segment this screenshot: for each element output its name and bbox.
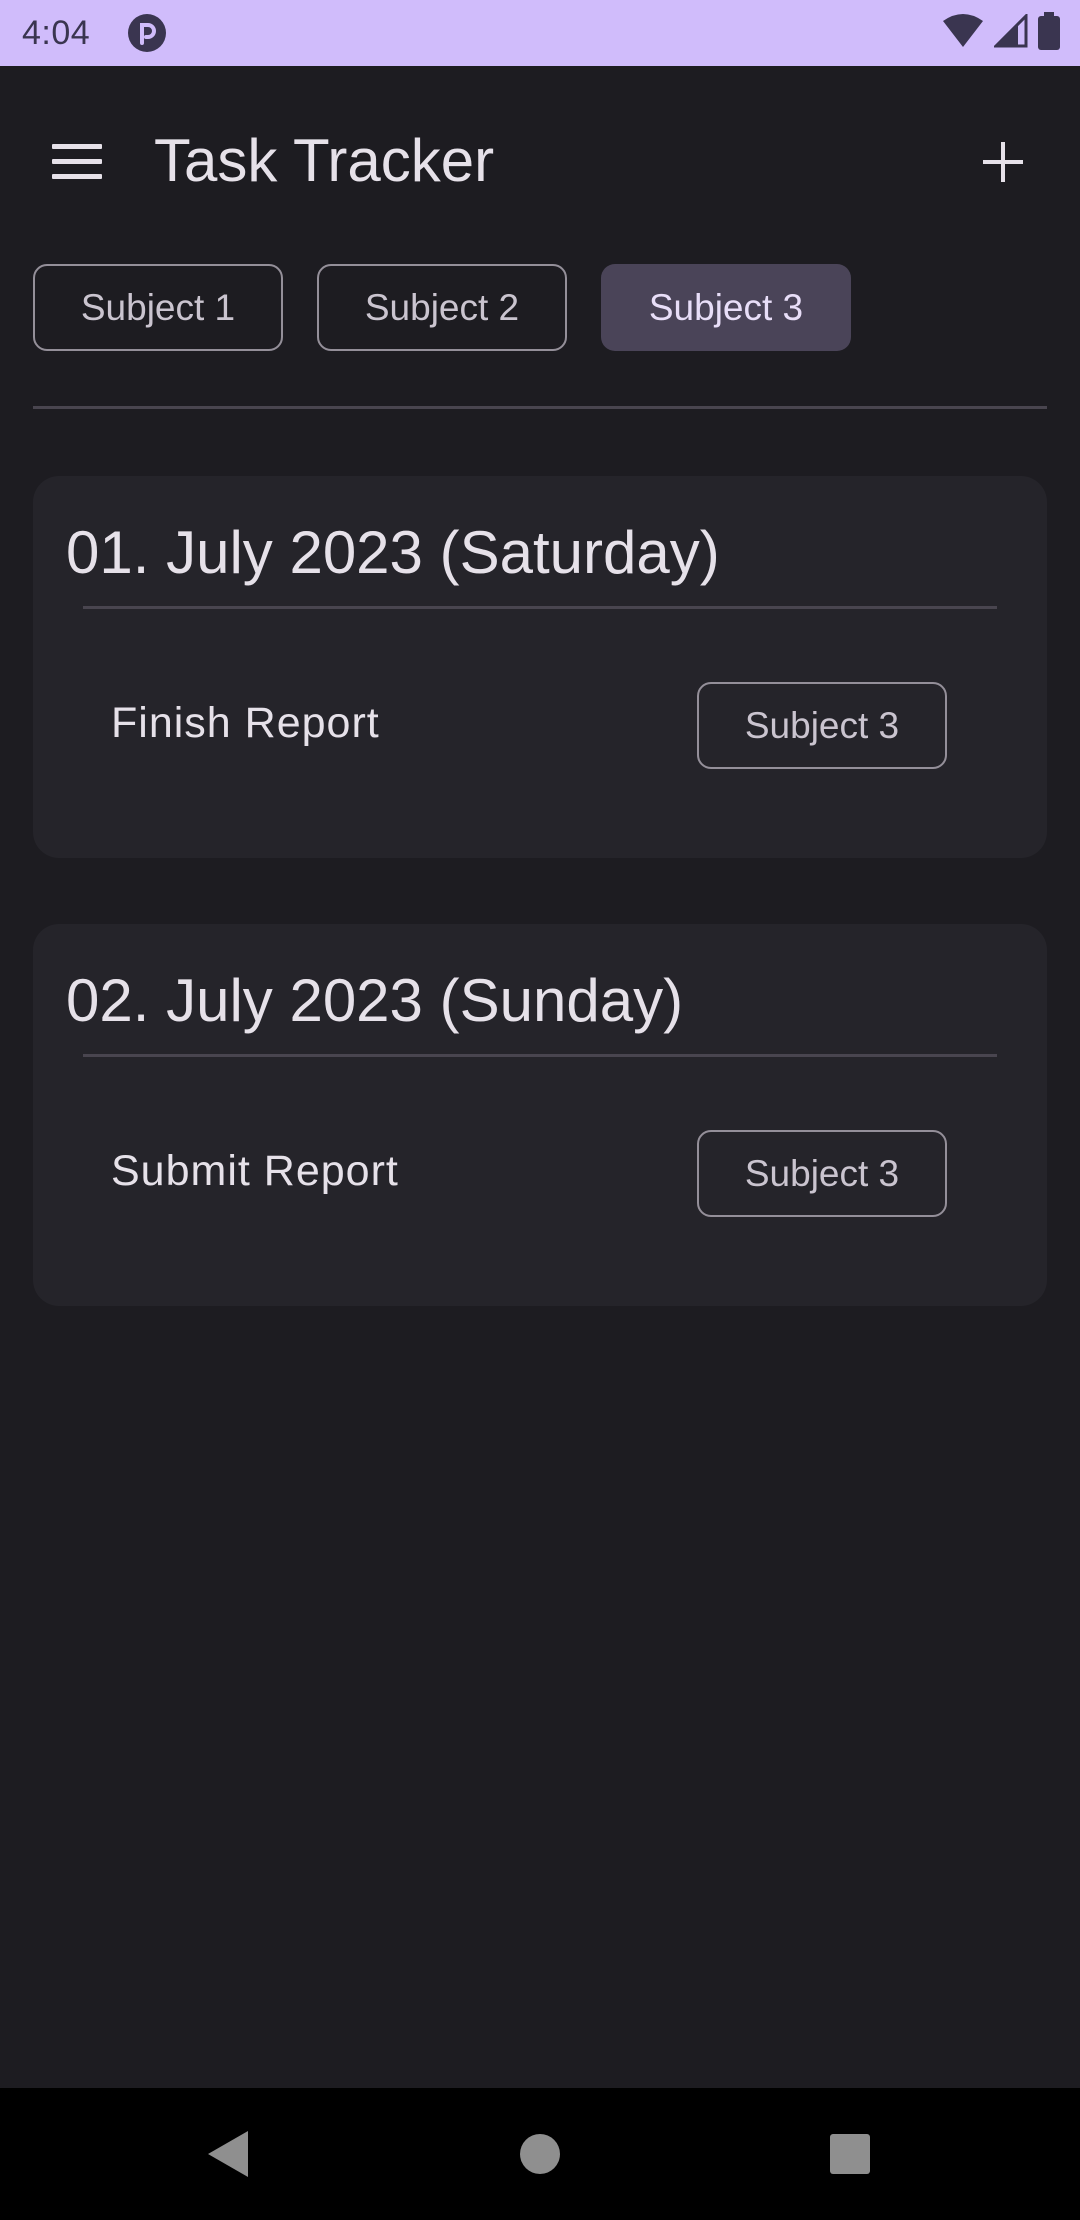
task-name[interactable]: Submit Report bbox=[111, 1146, 399, 1196]
card-divider bbox=[83, 606, 997, 609]
divider bbox=[33, 406, 1047, 409]
chip-label: Subject 2 bbox=[364, 286, 520, 328]
card-date: 02. July 2023 (Sunday) bbox=[66, 967, 684, 1034]
day-card: 02. July 2023 (Sunday) Submit Report Sub… bbox=[33, 924, 1047, 1306]
home-icon[interactable] bbox=[500, 2114, 580, 2194]
system-navigation-bar bbox=[0, 2088, 1080, 2220]
add-task-icon[interactable] bbox=[964, 123, 1042, 201]
task-name[interactable]: Finish Report bbox=[111, 698, 380, 748]
back-icon[interactable] bbox=[188, 2114, 268, 2194]
hamburger-menu-icon[interactable] bbox=[38, 123, 116, 201]
card-divider bbox=[83, 1054, 997, 1057]
app-bar: Task Tracker bbox=[0, 66, 1080, 242]
app-title: Task Tracker bbox=[154, 127, 495, 194]
chip-label: Subject 3 bbox=[648, 286, 804, 328]
chip-label: Subject 3 bbox=[744, 704, 900, 746]
task-subject-chip[interactable]: Subject 3 bbox=[697, 682, 947, 769]
task-subject-chip[interactable]: Subject 3 bbox=[697, 1130, 947, 1217]
status-time: 4:04 bbox=[22, 14, 91, 52]
cellular-signal-icon bbox=[992, 11, 1028, 53]
day-card: 01. July 2023 (Saturday) Finish Report S… bbox=[33, 476, 1047, 858]
recents-icon[interactable] bbox=[810, 2114, 890, 2194]
chip-label: Subject 3 bbox=[744, 1152, 900, 1194]
status-bar: 4:04 bbox=[0, 0, 1080, 66]
battery-icon bbox=[1038, 11, 1060, 55]
card-date: 01. July 2023 (Saturday) bbox=[66, 519, 720, 586]
app-notification-icon bbox=[127, 13, 167, 53]
chip-subject-3[interactable]: Subject 3 bbox=[601, 264, 851, 351]
wifi-icon bbox=[942, 13, 984, 54]
subject-filter-chips: Subject 1 Subject 2 Subject 3 bbox=[33, 264, 851, 351]
chip-label: Subject 1 bbox=[80, 286, 236, 328]
chip-subject-2[interactable]: Subject 2 bbox=[317, 264, 567, 351]
chip-subject-1[interactable]: Subject 1 bbox=[33, 264, 283, 351]
